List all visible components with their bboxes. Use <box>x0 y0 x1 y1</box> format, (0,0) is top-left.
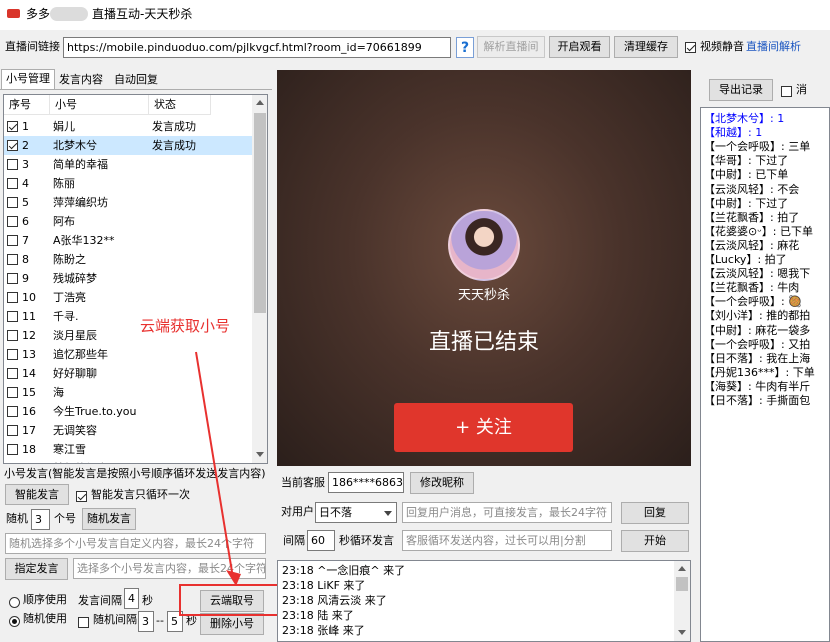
log-line: 【中尉】: 下过了 <box>704 196 789 210</box>
loop-interval-input[interactable]: 60 <box>307 530 335 551</box>
log-line: 【一个会呼吸】: 三单 <box>704 140 811 154</box>
join-message: 23:18 LiKF 来了 <box>282 579 366 592</box>
log-option-checkbox[interactable] <box>781 84 792 97</box>
host-avatar <box>448 209 520 281</box>
log-line: 【兰花飘香】: 牛肉 <box>704 281 800 295</box>
join-message: 23:18 张峰 来了 <box>282 624 365 637</box>
live-video-panel[interactable]: 天天秒杀 直播已结束 + 关注 <box>277 70 691 466</box>
log-line: 【中尉】: 已下单 <box>704 168 789 182</box>
reply-button[interactable]: 回复 <box>621 502 689 524</box>
log-line: 【日不落】: 我在上海 <box>704 351 811 365</box>
loop-interval-label: 间隔 <box>283 534 305 547</box>
annotation-highlight-box <box>179 584 288 616</box>
scroll-down-icon[interactable] <box>678 630 686 635</box>
log-line: 【一个会呼吸】: 又拍 <box>704 337 811 351</box>
scroll-up-icon[interactable] <box>678 566 686 571</box>
message-scrollbar[interactable] <box>674 561 690 641</box>
annotation-arrow-head <box>226 570 241 586</box>
log-line: 【一个会呼吸】: 🥘 <box>704 295 802 309</box>
edit-nickname-button[interactable]: 修改昵称 <box>410 472 474 494</box>
log-line: 【云淡风轻】: 不会 <box>704 182 800 196</box>
log-line: 【中尉】: 麻花一袋多 <box>704 323 811 337</box>
log-line: 【华哥】: 下过了 <box>704 154 789 168</box>
export-record-button[interactable]: 导出记录 <box>709 79 773 101</box>
join-message: 23:18 ^一念旧痕^ 来了 <box>282 564 406 577</box>
chat-log-panel[interactable]: 【北梦木兮】: 1 【和越】: 1 【一个会呼吸】: 三单 【华哥】: 下过了 【中尉】… <box>700 107 830 642</box>
log-line: 【花婆婆⊙ᵕ】: 已下单 <box>704 224 813 238</box>
target-user-label: 对用户 <box>281 505 314 518</box>
annotation-label: 云端获取小号 <box>140 317 231 335</box>
reply-input[interactable]: 回复用户消息，可直接发言，最长24字符 <box>402 502 612 523</box>
loop-content-input[interactable]: 客服循环发送内容，过长可以用|分割 <box>402 530 612 551</box>
scroll-thumb[interactable] <box>676 577 688 591</box>
service-input[interactable]: 186****6863 <box>328 472 404 493</box>
log-line: 【丹妮136***】: 下单 <box>704 365 815 379</box>
log-line: 【云淡风轻】: 嗯我下 <box>704 267 811 281</box>
log-line: 【日不落】: 手撕面包 <box>704 394 811 407</box>
loop-speak-label: 秒循环发言 <box>339 534 394 547</box>
start-loop-button[interactable]: 开始 <box>621 530 689 552</box>
live-ended-text: 直播已结束 <box>428 330 539 355</box>
join-message: 23:18 陆 来了 <box>282 609 354 622</box>
log-line: 【刘小洋】: 推的都拍 <box>704 309 811 323</box>
join-message-list[interactable]: 23:18 ^一念旧痕^ 来了 23:18 LiKF 来了 23:18 风清云淡 来… <box>277 560 691 642</box>
target-user-select[interactable]: 日不落 <box>315 502 397 523</box>
join-message: 23:18 风清云淡 来了 <box>282 594 387 607</box>
log-line: 【Lucky】: 拍了 <box>704 253 787 266</box>
log-line: 【和越】: 1 <box>704 126 763 140</box>
target-user-value: 日不落 <box>319 506 352 519</box>
follow-button[interactable]: + 关注 <box>394 403 573 452</box>
chevron-down-icon[interactable] <box>384 511 392 516</box>
log-option-label: 消 <box>796 83 807 96</box>
log-line: 【兰花飘香】: 拍了 <box>704 210 800 224</box>
host-name: 天天秒杀 <box>457 288 510 303</box>
log-line: 【北梦木兮】: 1 <box>704 112 785 125</box>
service-label: 当前客服 <box>281 476 325 489</box>
annotation-arrow-line <box>195 351 234 579</box>
log-line: 【云淡风轻】: 麻花 <box>704 238 800 252</box>
log-line: 【海葵】: 牛肉有半斤 <box>704 379 811 393</box>
